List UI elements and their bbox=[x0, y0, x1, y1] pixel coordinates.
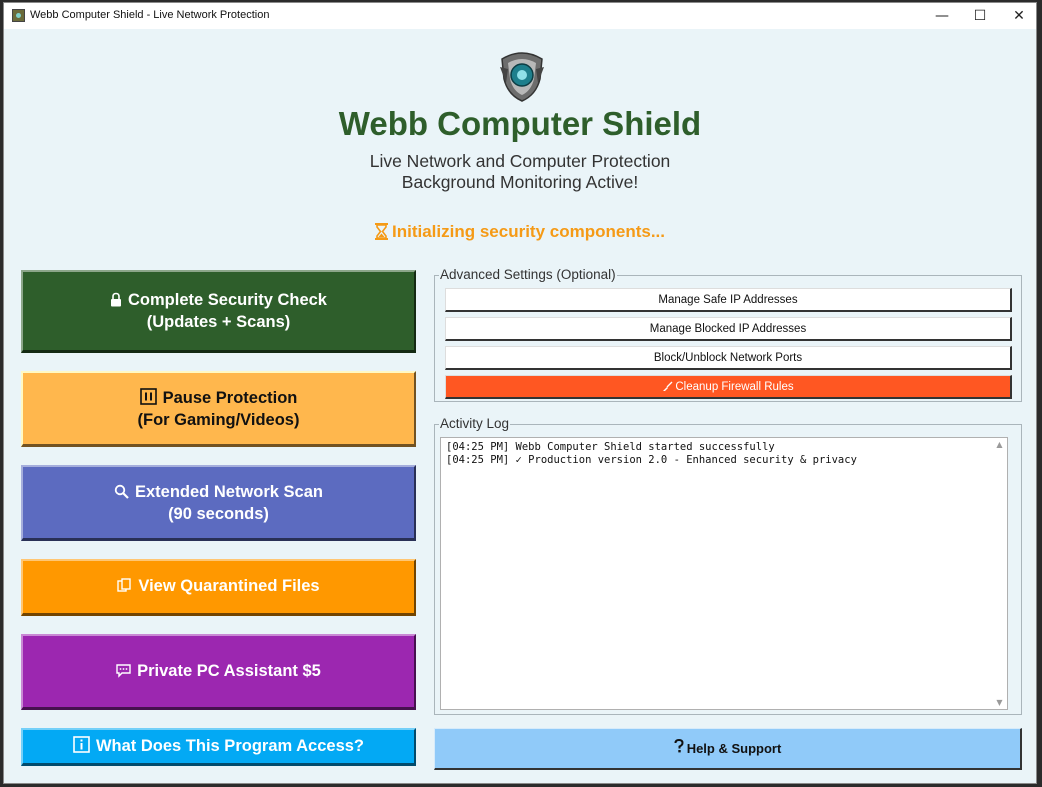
app-icon bbox=[12, 9, 25, 22]
pause-protection-sublabel: (For Gaming/Videos) bbox=[137, 410, 300, 429]
advanced-settings-label: Advanced Settings (Optional) bbox=[439, 267, 617, 282]
subtitle-line-1: Live Network and Computer Protection bbox=[369, 151, 671, 171]
program-access-info-button[interactable]: What Does This Program Access? bbox=[21, 728, 416, 766]
shield-logo-icon bbox=[496, 49, 548, 103]
security-check-label: Complete Security Check bbox=[128, 291, 327, 309]
network-scan-sublabel: (90 seconds) bbox=[168, 504, 269, 523]
pause-icon bbox=[139, 387, 157, 410]
assistant-label: Private PC Assistant $5 bbox=[137, 661, 321, 680]
manage-safe-ip-button[interactable]: Manage Safe IP Addresses bbox=[445, 288, 1012, 312]
quarantine-label: View Quarantined Files bbox=[138, 577, 320, 595]
help-support-label: Help & Support bbox=[686, 741, 782, 756]
activity-log-group: Activity Log [04:25 PM] Webb Computer Sh… bbox=[434, 416, 1022, 715]
cleanup-firewall-label: Cleanup Firewall Rules bbox=[675, 381, 794, 393]
block-unblock-ports-button[interactable]: Block/Unblock Network Ports bbox=[445, 346, 1012, 370]
title-bar[interactable]: Webb Computer Shield - Live Network Prot… bbox=[4, 3, 1036, 29]
complete-security-check-button[interactable]: Complete Security Check (Updates + Scans… bbox=[21, 270, 416, 353]
status-text: Initializing security components... bbox=[392, 222, 665, 241]
log-scrollbar[interactable]: ▲ ▼ bbox=[992, 438, 1007, 709]
extended-network-scan-button[interactable]: Extended Network Scan (90 seconds) bbox=[21, 465, 416, 541]
lock-icon bbox=[110, 292, 122, 312]
log-line: [04:25 PM] Webb Computer Shield started … bbox=[446, 441, 775, 453]
minimize-button[interactable]: — bbox=[922, 3, 962, 29]
app-window: Webb Computer Shield - Live Network Prot… bbox=[3, 2, 1037, 784]
scroll-down-icon[interactable]: ▼ bbox=[992, 698, 1007, 707]
pause-protection-button[interactable]: Pause Protection (For Gaming/Videos) bbox=[21, 371, 416, 447]
private-pc-assistant-button[interactable]: Private PC Assistant $5 bbox=[21, 634, 416, 710]
scroll-up-icon[interactable]: ▲ bbox=[992, 440, 1007, 449]
broom-icon bbox=[662, 378, 673, 400]
security-check-sublabel: (Updates + Scans) bbox=[146, 313, 291, 331]
view-quarantined-files-button[interactable]: View Quarantined Files bbox=[21, 559, 416, 616]
question-icon bbox=[674, 729, 684, 768]
cleanup-firewall-rules-button[interactable]: Cleanup Firewall Rules bbox=[445, 375, 1012, 399]
window-title: Webb Computer Shield - Live Network Prot… bbox=[30, 9, 270, 21]
close-button[interactable]: ✕ bbox=[999, 3, 1036, 29]
app-title: Webb Computer Shield bbox=[338, 105, 702, 142]
subtitle-line-2: Background Monitoring Active! bbox=[401, 172, 639, 192]
info-icon bbox=[73, 735, 90, 758]
magnifier-icon bbox=[114, 484, 129, 504]
hourglass-icon bbox=[375, 223, 388, 245]
advanced-settings-group: Advanced Settings (Optional) Manage Safe… bbox=[434, 267, 1022, 402]
maximize-button[interactable]: ☐ bbox=[960, 3, 1000, 29]
files-icon bbox=[117, 578, 132, 598]
log-line: [04:25 PM] ✓ Production version 2.0 - En… bbox=[446, 454, 857, 466]
pause-protection-label: Pause Protection bbox=[162, 388, 298, 407]
status-message: Initializing security components... bbox=[4, 222, 1036, 245]
manage-blocked-ip-button[interactable]: Manage Blocked IP Addresses bbox=[445, 317, 1012, 341]
activity-log-textbox[interactable]: [04:25 PM] Webb Computer Shield started … bbox=[440, 437, 1008, 710]
network-scan-label: Extended Network Scan bbox=[135, 482, 323, 501]
activity-log-label: Activity Log bbox=[439, 416, 511, 431]
access-info-label: What Does This Program Access? bbox=[95, 736, 365, 755]
help-support-button[interactable]: Help & Support bbox=[434, 728, 1022, 770]
chat-icon bbox=[116, 663, 131, 683]
